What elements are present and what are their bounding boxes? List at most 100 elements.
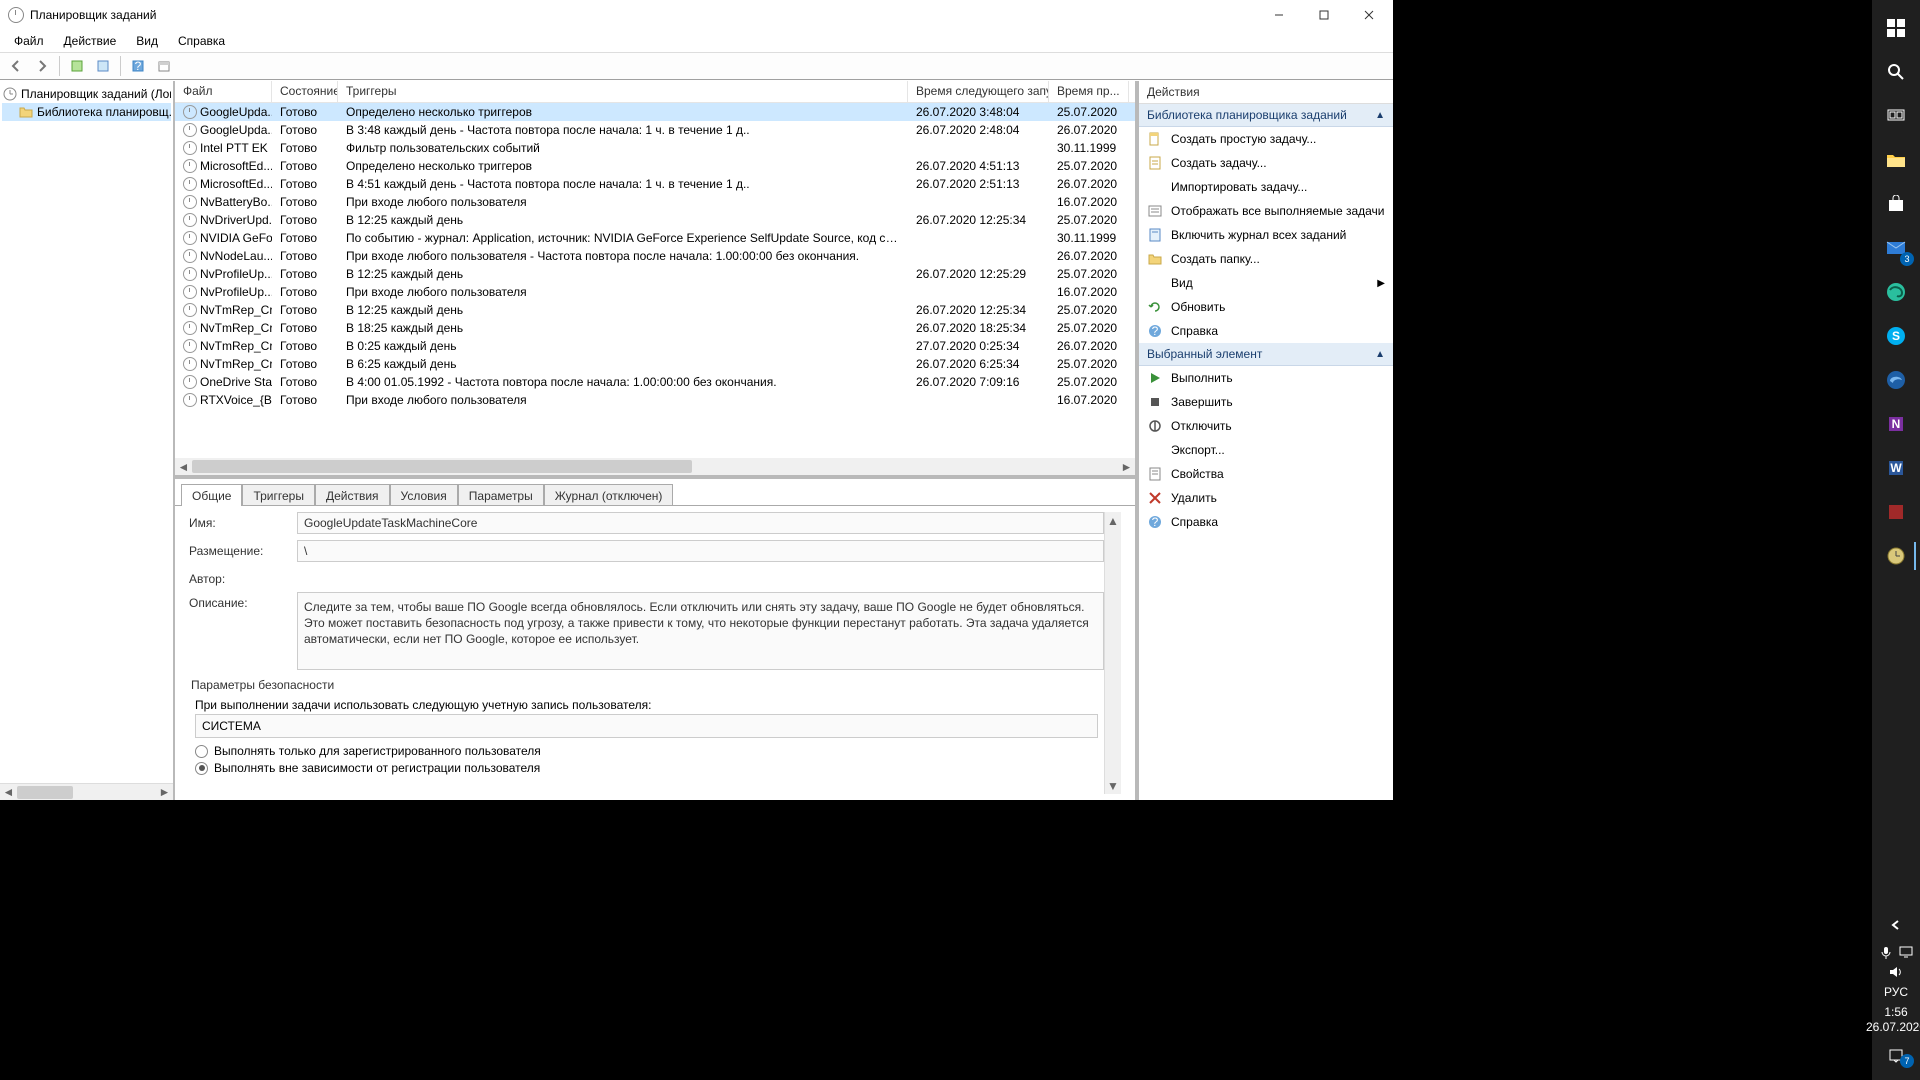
tab-actions[interactable]: Действия	[315, 484, 390, 506]
col-triggers[interactable]: Триггеры	[338, 81, 908, 102]
menu-file[interactable]: Файл	[6, 32, 52, 50]
action-item[interactable]: Экспорт...	[1139, 438, 1393, 462]
table-row[interactable]: Intel PTT EK ...ГотовоФильтр пользовател…	[175, 139, 1135, 157]
tab-triggers[interactable]: Триггеры	[242, 484, 315, 506]
table-row[interactable]: MicrosoftEd...ГотовоОпределено несколько…	[175, 157, 1135, 175]
scroll-right-icon[interactable]: ►	[1118, 458, 1135, 475]
tab-conditions[interactable]: Условия	[390, 484, 458, 506]
new-task-icon[interactable]	[65, 54, 89, 78]
table-row[interactable]: NvTmRep_Cr...ГотовоВ 12:25 каждый день26…	[175, 301, 1135, 319]
task-icon	[183, 141, 197, 155]
col-file[interactable]: Файл	[175, 81, 272, 102]
calendar-icon[interactable]	[152, 54, 176, 78]
minimize-button[interactable]	[1256, 0, 1301, 30]
table-row[interactable]: GoogleUpda...ГотовоВ 3:48 каждый день - …	[175, 121, 1135, 139]
table-row[interactable]: NvTmRep_Cr...ГотовоВ 18:25 каждый день26…	[175, 319, 1135, 337]
action-item[interactable]: Создать папку...	[1139, 247, 1393, 271]
action-item[interactable]: Обновить	[1139, 295, 1393, 319]
col-next[interactable]: Время следующего запуска	[908, 81, 1049, 102]
close-button[interactable]	[1346, 0, 1391, 30]
field-name[interactable]: GoogleUpdateTaskMachineCore	[297, 512, 1104, 534]
forward-button[interactable]	[30, 54, 54, 78]
action-item[interactable]: Включить журнал всех заданий	[1139, 223, 1393, 247]
table-row[interactable]: NvDriverUpd...ГотовоВ 12:25 каждый день2…	[175, 211, 1135, 229]
action-item[interactable]: Выполнить	[1139, 366, 1393, 390]
field-description[interactable]: Следите за тем, чтобы ваше ПО Google все…	[297, 592, 1104, 670]
maximize-button[interactable]	[1301, 0, 1346, 30]
scroll-left-icon[interactable]: ◄	[175, 458, 192, 475]
col-state[interactable]: Состояние	[272, 81, 338, 102]
start-button[interactable]	[1876, 8, 1916, 48]
skype-icon[interactable]: S	[1876, 316, 1916, 356]
field-location[interactable]: \	[297, 540, 1104, 562]
table-row[interactable]: NVIDIA GeFo...ГотовоПо событию - журнал:…	[175, 229, 1135, 247]
tray-expand-icon[interactable]	[1876, 913, 1916, 937]
table-row[interactable]: RTXVoice_{B2...ГотовоПри входе любого по…	[175, 391, 1135, 409]
edge-icon[interactable]	[1876, 272, 1916, 312]
table-row[interactable]: NvProfileUp...ГотовоВ 12:25 каждый день2…	[175, 265, 1135, 283]
volume-icon[interactable]	[1888, 965, 1904, 979]
edge-legacy-icon[interactable]	[1876, 360, 1916, 400]
task-icon	[183, 393, 197, 407]
table-row[interactable]: NvTmRep_Cr...ГотовоВ 6:25 каждый день26.…	[175, 355, 1135, 373]
action-item[interactable]: Свойства	[1139, 462, 1393, 486]
action-item[interactable]: Удалить	[1139, 486, 1393, 510]
task-view-icon[interactable]	[1876, 96, 1916, 136]
action-item[interactable]: Отключить	[1139, 414, 1393, 438]
back-button[interactable]	[4, 54, 28, 78]
actions-section-selected[interactable]: Выбранный элемент▲	[1139, 343, 1393, 366]
tree-library[interactable]: Библиотека планировщ...	[2, 103, 171, 121]
action-item[interactable]: ?Справка	[1139, 510, 1393, 534]
menu-action[interactable]: Действие	[56, 32, 125, 50]
props-icon	[1147, 466, 1163, 482]
table-row[interactable]: NvNodeLau...ГотовоПри входе любого польз…	[175, 247, 1135, 265]
radio-any-user[interactable]: Выполнять вне зависимости от регистрации…	[195, 761, 1104, 775]
tree-hscrollbar[interactable]: ◄ ►	[0, 783, 173, 800]
action-item[interactable]: ?Справка	[1139, 319, 1393, 343]
table-row[interactable]: NvTmRep_Cr...ГотовоВ 0:25 каждый день27.…	[175, 337, 1135, 355]
scroll-up-icon[interactable]: ▲	[1105, 512, 1121, 529]
col-last[interactable]: Время пр...	[1049, 81, 1129, 102]
table-row[interactable]: GoogleUpda...ГотовоОпределено несколько …	[175, 103, 1135, 121]
action-item[interactable]: Отображать все выполняемые задачи	[1139, 199, 1393, 223]
radio-logged-on[interactable]: Выполнять только для зарегистрированного…	[195, 744, 1104, 758]
scroll-right-icon[interactable]: ►	[156, 784, 173, 800]
scroll-down-icon[interactable]: ▼	[1105, 777, 1121, 794]
language-indicator[interactable]: РУС	[1884, 985, 1908, 999]
app-icon-red[interactable]	[1876, 492, 1916, 532]
project-icon[interactable]	[1899, 945, 1913, 959]
table-row[interactable]: MicrosoftEd...ГотовоВ 4:51 каждый день -…	[175, 175, 1135, 193]
search-icon[interactable]	[1876, 52, 1916, 92]
actions-section-library[interactable]: Библиотека планировщика заданий▲	[1139, 104, 1393, 127]
tree-root[interactable]: Планировщик заданий (Лок...	[2, 85, 171, 103]
action-item[interactable]: Создать простую задачу...	[1139, 127, 1393, 151]
action-item[interactable]: Вид▶	[1139, 271, 1393, 295]
tab-history[interactable]: Журнал (отключен)	[544, 484, 674, 506]
mail-icon[interactable]: 3	[1876, 228, 1916, 268]
action-item[interactable]: Завершить	[1139, 390, 1393, 414]
tab-general[interactable]: Общие	[181, 484, 242, 506]
taskbar-clock[interactable]: 1:56 26.07.2020	[1866, 1005, 1920, 1034]
table-row[interactable]: NvProfileUp...ГотовоПри входе любого пол…	[175, 283, 1135, 301]
task-icon	[183, 105, 197, 119]
run-task-icon[interactable]	[91, 54, 115, 78]
mic-icon[interactable]	[1879, 945, 1893, 959]
scroll-left-icon[interactable]: ◄	[0, 784, 17, 800]
onenote-icon[interactable]: N	[1876, 404, 1916, 444]
explorer-icon[interactable]	[1876, 140, 1916, 180]
taskbar-scheduler-icon[interactable]	[1876, 536, 1916, 576]
menu-view[interactable]: Вид	[128, 32, 166, 50]
menu-help[interactable]: Справка	[170, 32, 233, 50]
detail-vscrollbar[interactable]: ▲ ▼	[1104, 512, 1121, 794]
action-item[interactable]: Импортировать задачу...	[1139, 175, 1393, 199]
list-hscrollbar[interactable]: ◄ ►	[175, 458, 1135, 475]
tab-settings[interactable]: Параметры	[458, 484, 544, 506]
table-row[interactable]: OneDrive Sta...ГотовоВ 4:00 01.05.1992 -…	[175, 373, 1135, 391]
help-icon[interactable]: ?	[126, 54, 150, 78]
notifications-icon[interactable]: 7	[1876, 1042, 1916, 1070]
action-item[interactable]: Создать задачу...	[1139, 151, 1393, 175]
word-icon[interactable]: W	[1876, 448, 1916, 488]
blank-icon	[1147, 275, 1163, 291]
table-row[interactable]: NvBatteryBo...ГотовоПри входе любого пол…	[175, 193, 1135, 211]
store-icon[interactable]	[1876, 184, 1916, 224]
